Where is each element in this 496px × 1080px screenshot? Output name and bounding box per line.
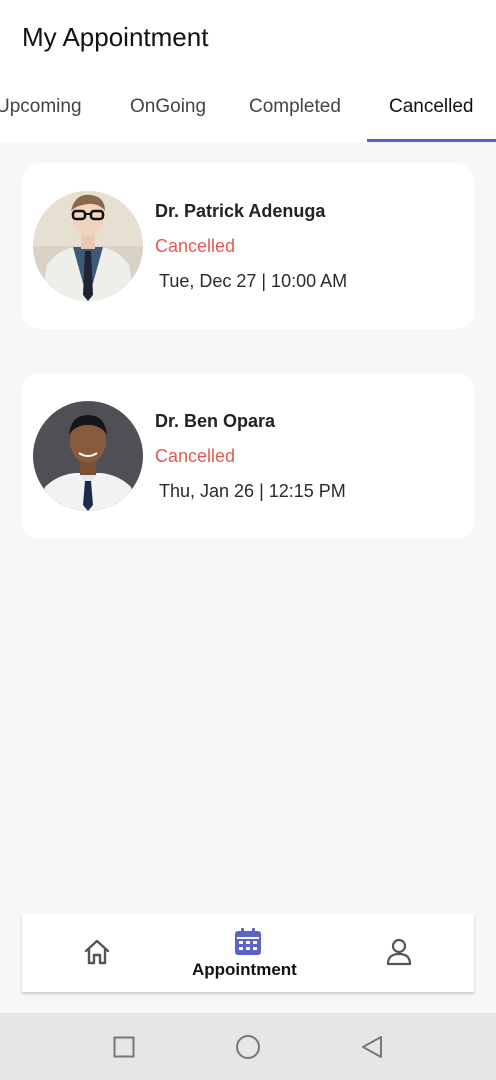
home-circle-icon <box>236 1035 260 1059</box>
appointment-status: Cancelled <box>155 236 236 256</box>
recents-button[interactable] <box>113 1036 135 1058</box>
appointment-datetime: Thu, Jan 26 | 12:15 PM <box>159 481 346 501</box>
appointment-status: Cancelled <box>155 446 236 466</box>
calendar-icon <box>235 928 261 955</box>
tab-bar: Upcoming OnGoing Completed Cancelled <box>0 82 496 142</box>
tab-completed[interactable]: Completed <box>249 96 341 118</box>
home-icon <box>84 939 110 965</box>
doctor-avatar <box>33 191 143 301</box>
doctor-photo-icon <box>33 401 143 511</box>
doctor-name: Dr. Patrick Adenuga <box>155 201 326 221</box>
active-tab-indicator <box>367 139 496 142</box>
nav-appointment-label: Appointment <box>192 960 297 979</box>
appointment-datetime: Tue, Dec 27 | 10:00 AM <box>159 271 348 291</box>
bottom-nav: Appointment <box>22 914 474 992</box>
app-header: My Appointment Upcoming OnGoing Complete… <box>0 0 496 142</box>
appointment-card[interactable]: Dr. Ben Opara Cancelled Thu, Jan 26 | 12… <box>22 373 474 539</box>
nav-home[interactable] <box>82 938 112 966</box>
home-system-button[interactable] <box>235 1034 261 1060</box>
tab-ongoing[interactable]: OnGoing <box>130 96 206 118</box>
back-button[interactable] <box>360 1035 384 1059</box>
recents-square-icon <box>113 1036 135 1058</box>
nav-appointment[interactable]: Appointment <box>190 914 310 992</box>
page-title: My Appointment <box>22 22 209 52</box>
appointment-card[interactable]: Dr. Patrick Adenuga Cancelled Tue, Dec 2… <box>22 163 474 329</box>
system-nav-bar <box>0 1013 496 1080</box>
app-screen: My Appointment Upcoming OnGoing Complete… <box>0 0 496 1080</box>
doctor-avatar <box>33 401 143 511</box>
tab-cancelled[interactable]: Cancelled <box>389 96 474 118</box>
back-triangle-icon <box>362 1036 382 1058</box>
person-icon <box>386 938 412 966</box>
doctor-photo-icon <box>33 191 143 301</box>
tab-upcoming[interactable]: Upcoming <box>0 96 82 118</box>
nav-profile[interactable] <box>386 938 412 966</box>
doctor-name: Dr. Ben Opara <box>155 411 276 431</box>
